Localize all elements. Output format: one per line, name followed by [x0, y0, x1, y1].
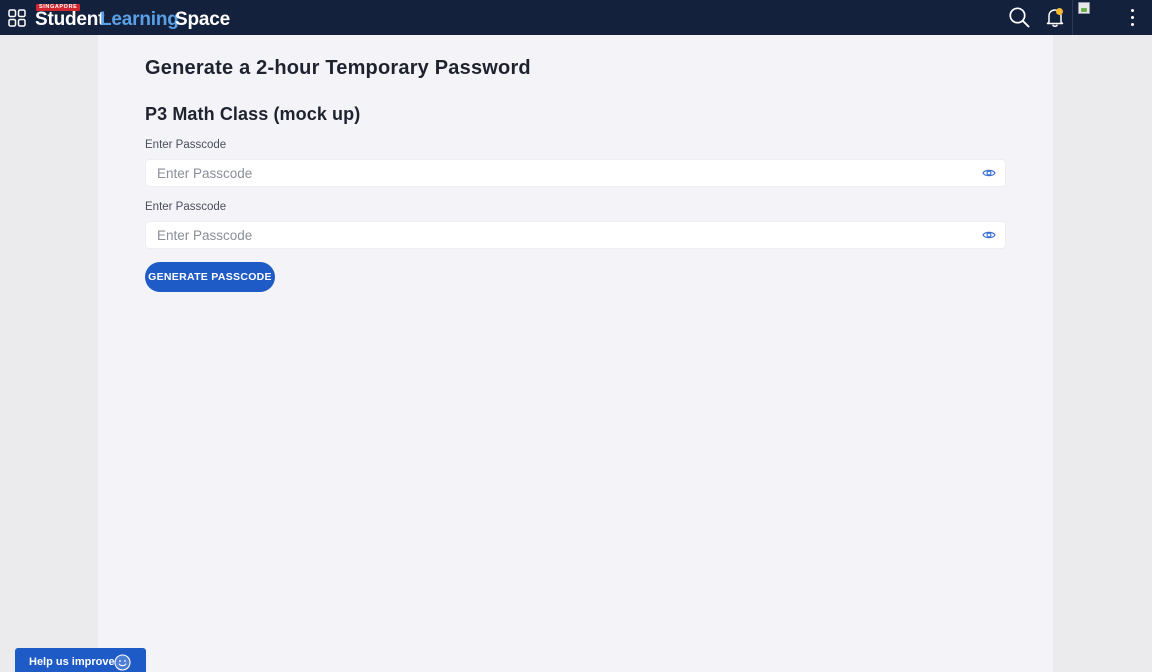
logo-word-student: Student: [35, 9, 105, 30]
class-title: P3 Math Class (mock up): [145, 104, 361, 124]
user-avatar[interactable]: [1078, 2, 1092, 16]
top-navigation-bar: SINGAPORE Student Learning Space: [0, 0, 1152, 35]
notification-dot: [1056, 8, 1063, 15]
logo-word-space: Space: [175, 9, 230, 30]
page-title: Generate a 2-hour Temporary Password: [145, 57, 531, 79]
notifications-button[interactable]: [1045, 7, 1065, 28]
header-divider: [1072, 0, 1073, 35]
confirm-passcode-label: Enter Passcode: [145, 201, 227, 213]
main-content: Generate a 2-hour Temporary Password P3 …: [98, 35, 1053, 672]
show-confirm-password-eye-icon[interactable]: [982, 229, 996, 241]
passcode-label: Enter Passcode: [145, 139, 227, 151]
more-vertical-icon[interactable]: [1126, 8, 1140, 27]
apps-grid-icon[interactable]: [8, 9, 26, 27]
generate-passcode-button[interactable]: GENERATE PASSCODE: [145, 262, 275, 292]
confirm-passcode-field: [145, 221, 1006, 249]
help-us-improve-label: Help us improve: [29, 656, 115, 668]
show-password-eye-icon[interactable]: [982, 167, 996, 179]
passcode-input[interactable]: [146, 160, 966, 186]
help-us-improve-button[interactable]: Help us improve: [15, 648, 146, 672]
passcode-field: [145, 159, 1006, 187]
logo-word-learning: Learning: [100, 9, 179, 30]
smiley-face-icon: [114, 654, 131, 671]
search-icon[interactable]: [1008, 6, 1030, 28]
broken-image-icon: [1078, 2, 1090, 14]
confirm-passcode-input[interactable]: [146, 222, 966, 248]
